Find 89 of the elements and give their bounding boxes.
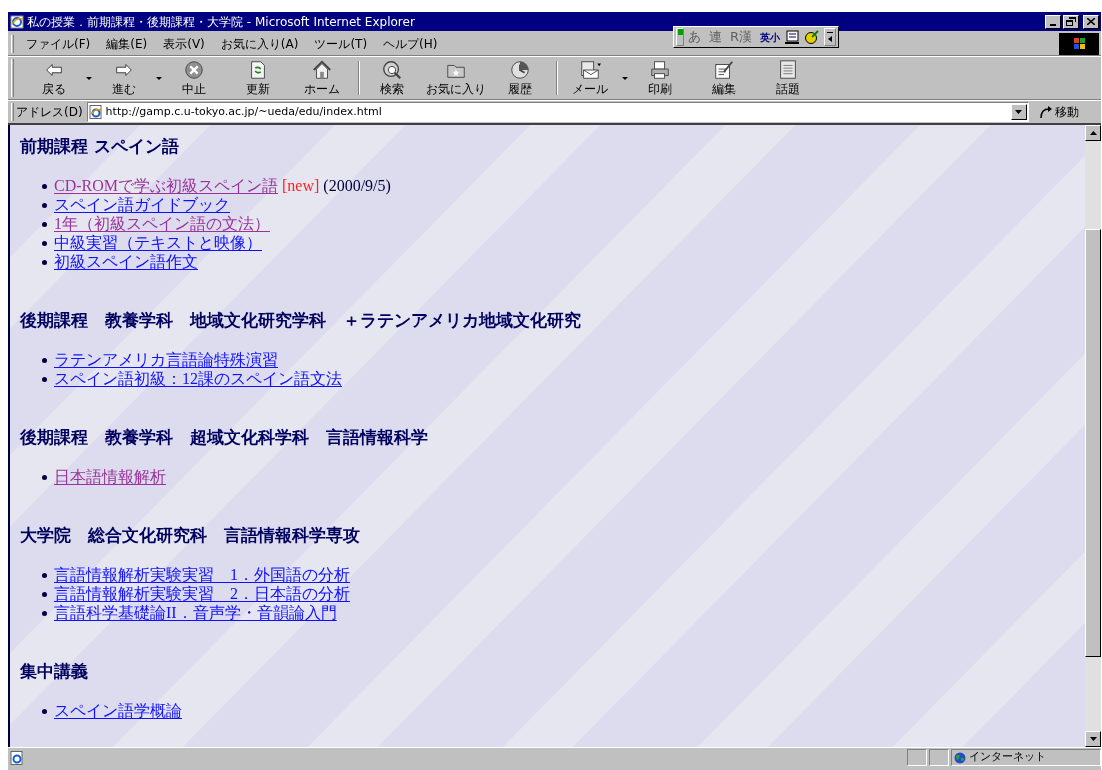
link[interactable]: スペイン語初級：12課のスペイン語文法 xyxy=(54,369,342,388)
bullet-icon xyxy=(42,611,47,616)
link[interactable]: ラテンアメリカ言語論特殊演習 xyxy=(54,350,278,369)
section-heading: 前期課程 スペイン語 xyxy=(20,135,180,157)
menu-item[interactable]: ヘルプ(H) xyxy=(377,34,444,53)
scroll-down-arrow-icon[interactable] xyxy=(1089,737,1097,741)
toolbar-button[interactable]: 中止 xyxy=(164,59,224,97)
mail-icon xyxy=(578,59,602,81)
go-arrow-icon xyxy=(1038,105,1053,119)
toolbar-button[interactable]: メール xyxy=(560,59,620,97)
dropdown-arrow-icon[interactable] xyxy=(622,76,628,80)
toolbar-button[interactable]: 編集 xyxy=(694,59,754,97)
bullet-icon xyxy=(42,475,47,480)
address-field[interactable]: http://gamp.c.u-tokyo.ac.jp/~ueda/edu/index.html xyxy=(86,102,1029,122)
restore-button[interactable] xyxy=(1063,14,1079,29)
dropdown-button[interactable] xyxy=(1010,104,1027,120)
link[interactable]: 1年（初級スペイン語の文法） xyxy=(54,214,270,233)
link[interactable]: 言語情報解析実験実習 2．日本語の分析 xyxy=(54,584,350,603)
new-tag: [new] xyxy=(282,173,320,198)
toolbar-button[interactable]: 話題 xyxy=(758,59,818,97)
toolbar-button[interactable]: 進む xyxy=(94,59,154,97)
scrollbar[interactable] xyxy=(1085,125,1101,747)
edit-icon xyxy=(712,59,736,81)
toolbar-menu-button[interactable] xyxy=(824,28,837,46)
bullet-icon xyxy=(42,377,47,382)
bullet-icon xyxy=(42,203,47,208)
bullet-icon xyxy=(42,358,47,363)
link[interactable]: 言語科学基礎論II．音声学・音韻論入門 xyxy=(54,603,337,622)
bullet-icon xyxy=(42,222,47,227)
toolbar-button[interactable]: ホーム xyxy=(292,59,352,97)
link[interactable]: 中級実習（テキストと映像） xyxy=(54,233,262,252)
search-icon xyxy=(380,59,404,81)
page-icon xyxy=(10,750,24,765)
close-icon xyxy=(1087,18,1095,25)
link[interactable]: スペイン語ガイドブック xyxy=(54,195,230,214)
toolbar-button[interactable]: 履歴 xyxy=(490,59,550,97)
date-note: (2000/9/5) xyxy=(323,175,391,197)
bullet-icon xyxy=(42,573,47,578)
bullet-icon xyxy=(42,241,47,246)
bullet-icon xyxy=(42,592,47,597)
bullet-icon xyxy=(42,260,47,265)
browser-icon xyxy=(10,14,24,29)
link[interactable]: 日本語情報解析 xyxy=(54,467,166,486)
ime-mode-label[interactable]: R漢 xyxy=(730,27,753,47)
link[interactable]: CD-ROMで学ぶ初級スペイン語 xyxy=(54,176,278,195)
link[interactable]: 初級スペイン語作文 xyxy=(54,252,198,271)
bullet-icon xyxy=(42,184,47,189)
menu-item[interactable]: 表示(V) xyxy=(157,34,211,53)
menu-item[interactable]: ファイル(F) xyxy=(20,34,97,53)
zone-label: インターネット xyxy=(969,749,1046,766)
menu-item[interactable]: 編集(E) xyxy=(100,34,154,53)
pad-icon[interactable] xyxy=(784,29,801,45)
home-icon xyxy=(310,59,334,81)
section-heading: 集中講義 xyxy=(20,660,89,682)
close-button[interactable] xyxy=(1083,14,1099,29)
address-label: アドレス(D) xyxy=(16,104,83,121)
window-title: 私の授業．前期課程・後期課程・大学院 - Microsoft Internet Explorer xyxy=(27,15,415,28)
page-icon xyxy=(88,105,103,119)
toolbar-button[interactable]: 戻る xyxy=(24,59,84,97)
dropdown-arrow-icon[interactable] xyxy=(86,76,92,80)
ime-mode-label[interactable]: あ xyxy=(688,27,701,47)
toolbar-button[interactable]: 更新 xyxy=(228,59,288,97)
printer-icon xyxy=(648,59,672,81)
dropdown-arrow-icon[interactable] xyxy=(156,76,162,80)
caret-icon xyxy=(1015,110,1023,114)
menu-item[interactable]: ツール(T) xyxy=(308,34,374,53)
bullet-icon xyxy=(42,709,47,714)
menu-item[interactable]: お気に入り(A) xyxy=(214,34,305,53)
caret-icon xyxy=(828,36,833,42)
section-heading: 大学院 総合文化研究科 言語情報科学専攻 xyxy=(20,524,361,546)
link[interactable]: スペイン語学概論 xyxy=(54,701,182,720)
scroll-up-arrow-icon[interactable] xyxy=(1089,131,1097,135)
stop-icon xyxy=(182,59,206,81)
toolbar-button[interactable]: 検索 xyxy=(362,59,422,97)
section-heading: 後期課程 教養学科 地域文化研究学科 ＋ラテンアメリカ地域文化研究 xyxy=(20,309,582,331)
windows-logo-icon xyxy=(1059,32,1099,55)
section-heading: 後期課程 教養学科 超域文化科学科 言語情報科学 xyxy=(20,426,429,448)
minimize-button[interactable] xyxy=(1045,14,1061,29)
toolbar-button[interactable]: 印刷 xyxy=(630,59,690,97)
status-panel xyxy=(907,749,927,766)
status-panel xyxy=(929,749,949,766)
link[interactable]: 言語情報解析実験実習 1．外国語の分析 xyxy=(54,565,350,584)
globe-icon xyxy=(954,751,966,764)
ime-mode-label[interactable]: 連 xyxy=(709,27,722,47)
ime-mode-label[interactable]: 英小 xyxy=(760,29,781,45)
clock-icon xyxy=(508,59,532,81)
drag-handle[interactable] xyxy=(676,28,684,46)
go-button[interactable]: 移動 xyxy=(1034,103,1083,121)
toolbar-button[interactable]: お気に入り xyxy=(426,59,486,97)
